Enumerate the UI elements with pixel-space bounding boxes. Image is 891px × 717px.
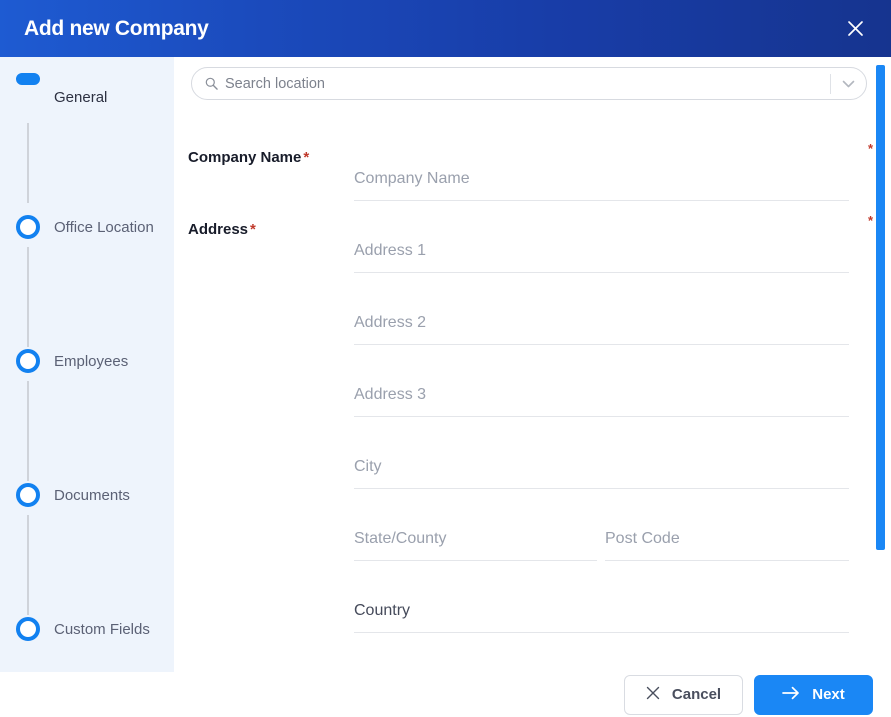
sidebar-item-employees[interactable]: Employees [0,341,174,381]
sidebar-item-custom-fields[interactable]: Custom Fields [0,609,174,649]
next-button[interactable]: Next [754,674,873,715]
page-title: Add new Company [24,16,209,40]
required-asterisk: * [867,213,873,228]
input-value: Country [354,601,411,619]
step-marker-active-icon [16,73,40,85]
add-company-dialog: Add new Company General Office Location [0,0,891,717]
arrow-right-icon [782,686,800,704]
step-marker-icon [16,215,40,239]
input-placeholder: Address 2 [354,313,427,331]
close-icon [847,20,864,37]
form-row-state-postcode: State/County Post Code [174,489,891,561]
form-scrollbar-track[interactable] [876,57,888,672]
post-code-input[interactable]: Post Code [605,517,849,561]
input-placeholder: Address 1 [354,241,427,259]
field-label: Company Name * [188,149,309,166]
step-connector [27,515,29,615]
dialog-footer: Cancel Next [0,672,891,717]
step-label: Office Location [54,218,154,236]
next-button-label: Next [812,686,845,703]
field-label-text: Address [188,221,249,238]
input-placeholder: City [354,457,382,475]
step-label: Employees [54,352,129,370]
step-label: General [54,89,108,106]
cancel-button[interactable]: Cancel [624,674,743,715]
required-asterisk: * [303,149,310,166]
field-label-text: Company Name [188,149,302,166]
step-connector [27,381,29,481]
step-marker-icon [16,483,40,507]
search-icon [205,77,218,90]
search-location-select[interactable]: Search location [191,67,867,100]
field-label: Address * [188,221,256,238]
input-placeholder: Address 3 [354,385,427,403]
form-scrollbar-thumb[interactable] [876,65,885,550]
input-placeholder: Post Code [605,529,680,547]
search-input-placeholder: Search location [225,75,325,92]
step-label: Documents [54,486,130,504]
required-asterisk: * [867,141,873,156]
step-connector [27,123,29,203]
dialog-body: General Office Location Employees Docume… [0,57,891,672]
form-row-address3: Address 3 [174,345,891,417]
sidebar-item-office-location[interactable]: Office Location [0,207,174,247]
address2-input[interactable]: Address 2 [354,301,849,345]
form-row-address2: Address 2 [174,273,891,345]
form-row-address: Address * Address 1 * [174,201,891,273]
cancel-button-label: Cancel [671,686,722,703]
step-label: Custom Fields [54,620,150,638]
form-row-country: Country [174,561,891,633]
required-asterisk: * [250,221,256,238]
input-placeholder: State/County [354,529,447,547]
form-row-company-name: Company Name * Company Name * [174,129,891,201]
sidebar-item-documents[interactable]: Documents [0,475,174,515]
country-input[interactable]: Country [354,589,849,633]
address1-input[interactable]: Address 1 [354,229,849,273]
step-marker-icon [16,349,40,373]
chevron-down-icon[interactable] [842,79,855,88]
close-button[interactable] [839,13,871,45]
input-placeholder: Company Name [354,169,470,187]
state-county-input[interactable]: State/County [354,517,597,561]
select-divider [830,74,831,94]
sidebar-item-general[interactable]: General [0,69,174,109]
city-input[interactable]: City [354,445,849,489]
company-name-input[interactable]: Company Name [354,157,849,201]
dialog-header: Add new Company [0,0,891,57]
step-marker-icon [16,617,40,641]
stepper-sidebar: General Office Location Employees Docume… [0,57,174,672]
form-panel: Search location Company Name * Company Na… [174,57,891,672]
close-icon [646,686,660,704]
address3-input[interactable]: Address 3 [354,373,849,417]
step-connector [27,247,29,347]
form-row-city: City [174,417,891,489]
